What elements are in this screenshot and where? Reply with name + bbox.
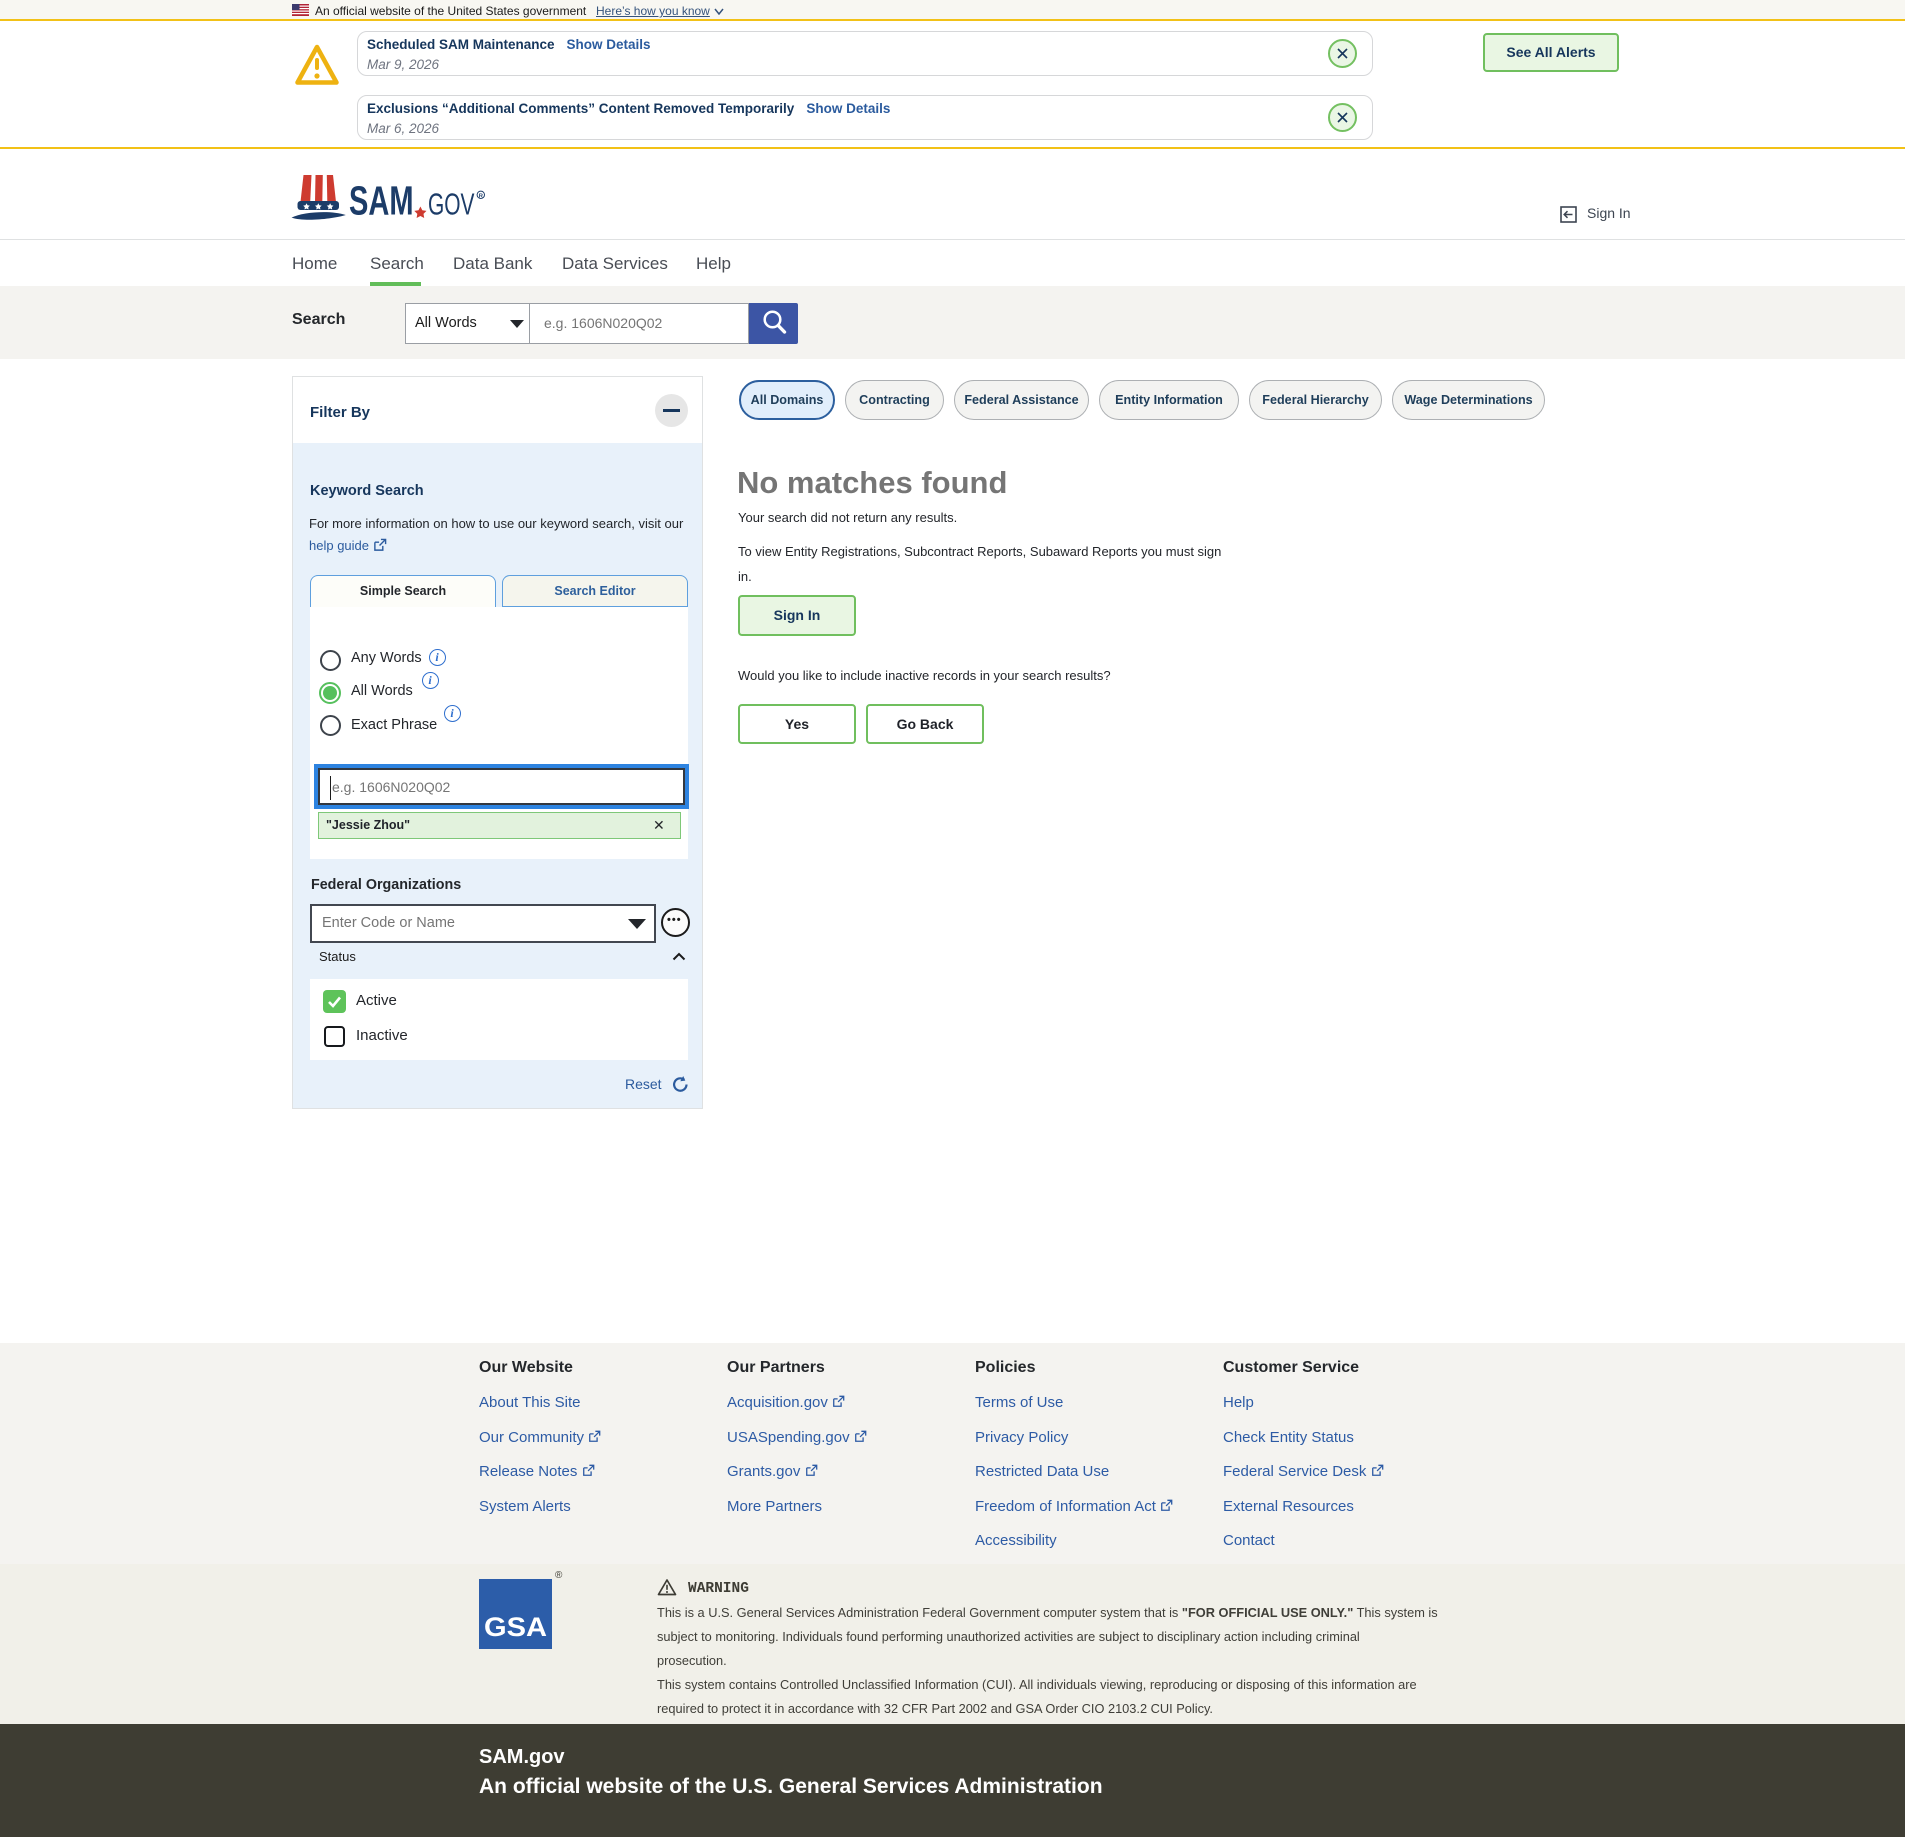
svg-text:GSA: GSA bbox=[484, 1612, 547, 1642]
svg-text:GOV: GOV bbox=[428, 188, 475, 222]
svg-text:SAM: SAM bbox=[349, 178, 414, 222]
